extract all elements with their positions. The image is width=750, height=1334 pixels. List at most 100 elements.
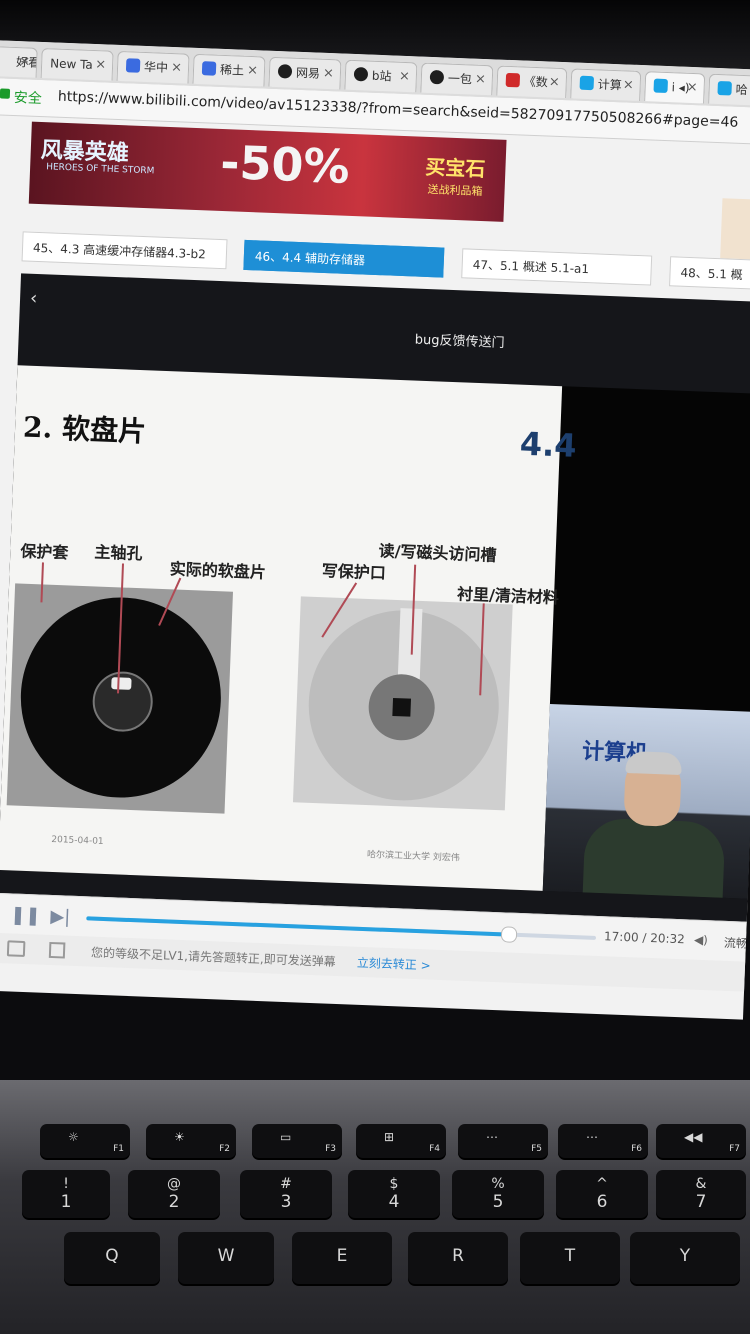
letter-key[interactable]: T (520, 1232, 620, 1284)
github-icon (353, 67, 369, 82)
episode-item-active[interactable]: 46、4.4 辅助存储器 (243, 239, 445, 278)
slide-date: 2015-04-01 (51, 834, 104, 847)
browser-tab[interactable]: 稀土 × (192, 53, 266, 87)
slide-label: 实际的软盘片 (169, 559, 267, 582)
browser-tab[interactable]: 哈 (708, 73, 750, 107)
c-logo-icon (505, 72, 521, 88)
progress-fill (86, 916, 509, 937)
bilibili-icon (653, 78, 669, 94)
close-icon[interactable]: × (95, 51, 107, 79)
function-key[interactable]: ☀ F2 (146, 1124, 236, 1158)
close-icon[interactable]: × (171, 54, 183, 82)
next-icon[interactable]: ▶| (50, 906, 71, 928)
time-display: 17:00 / 20:32 (603, 929, 686, 947)
side-ad-thumbnail[interactable] (720, 198, 750, 261)
slide-institution: 哈尔滨工业大学 刘宏伟 (366, 850, 460, 864)
letter-key[interactable]: R (408, 1232, 508, 1284)
browser-tab[interactable]: 一包 × (420, 62, 494, 96)
progress-track[interactable] (86, 916, 597, 943)
chevron-left-icon[interactable]: ‹ (30, 288, 38, 309)
close-icon[interactable]: × (247, 57, 259, 85)
browser-tab[interactable]: 《数 × (496, 65, 568, 99)
browser-tab[interactable]: b站 × (344, 59, 418, 93)
keyboard-light-down-icon: ⋯ (486, 1130, 498, 1144)
spindle-hole (111, 677, 132, 690)
number-key[interactable]: & 7 (656, 1170, 746, 1218)
tab-favicon (0, 53, 12, 68)
letter-key[interactable]: W (178, 1232, 274, 1284)
browser-tab[interactable]: 好看 × (0, 45, 38, 78)
browser-tab[interactable]: New Ta × (40, 47, 114, 81)
close-icon[interactable]: × (548, 68, 560, 96)
function-key[interactable]: ▭ F3 (252, 1124, 342, 1158)
number-key[interactable]: ! 1 (22, 1170, 110, 1218)
episode-item[interactable]: 45、4.3 高速缓冲存储器4.3-b2 (21, 231, 228, 270)
laptop-screen: 好看 × New Ta × 华中 × 稀土 × 网易 × b站 × 一包 × 《数 × 计算 × … (0, 40, 750, 1020)
number-key[interactable]: #3 (240, 1170, 332, 1218)
close-icon[interactable]: × (474, 66, 486, 94)
slide-label: 读/写磁头访问槽 (378, 541, 497, 565)
laptop-keyboard: ☼ F1 ☀ F2 ▭ F3 ⊞ F4 ⋯ F5 ⋯ F6 ◀◀ F7 ! 1 @2 #3 $4… (0, 1080, 750, 1334)
close-icon[interactable]: × (622, 71, 634, 99)
close-icon[interactable]: × (323, 60, 335, 88)
browser-tab[interactable]: 华中 × (116, 50, 190, 84)
browser-tab[interactable]: 网易 × (268, 56, 342, 90)
secure-label: 安全 (13, 89, 43, 108)
danmaku-tip: 您的等级不足LV1,请先答题转正,即可发送弹幕 (90, 945, 336, 969)
danmaku-toggle-icon[interactable] (6, 940, 26, 958)
volume-icon[interactable]: ◀) (694, 933, 708, 948)
paw-icon (201, 61, 217, 76)
rewind-icon: ◀◀ (684, 1130, 703, 1144)
close-icon[interactable]: × (686, 74, 698, 102)
close-icon[interactable]: × (398, 63, 410, 91)
function-key[interactable]: ◀◀ F7 (656, 1124, 746, 1158)
bilibili-icon (579, 75, 595, 91)
slide-label: 保护套 (20, 541, 69, 563)
lecture-slide: 2. 软盘片 4.4 保护套 主轴孔 实际的软盘片 读/写磁头访问槽 写保护口 … (0, 365, 577, 891)
function-key[interactable]: ☼ F1 (40, 1124, 130, 1158)
function-key[interactable]: ⋯ F5 (458, 1124, 548, 1158)
github-icon (429, 69, 445, 85)
launchpad-icon: ⊞ (384, 1130, 395, 1144)
function-key[interactable]: ⊞ F4 (356, 1124, 446, 1158)
letter-key[interactable]: Q (64, 1232, 160, 1284)
slide-title: 2. 软盘片 (22, 410, 147, 449)
danmaku-upgrade-link[interactable]: 立刻去转正 > (357, 954, 431, 974)
browser-tab[interactable]: 计算 × (570, 68, 642, 102)
number-key[interactable]: $4 (348, 1170, 440, 1218)
number-key[interactable]: @2 (128, 1170, 220, 1218)
browser-tab-active[interactable]: i ◂) × (644, 71, 706, 104)
slide-section-number: 4.4 (519, 424, 578, 465)
banner-discount: -50% (219, 134, 351, 194)
number-key[interactable]: % 5 (452, 1170, 544, 1218)
episode-item[interactable]: 47、5.1 概述 5.1-a1 (461, 248, 653, 286)
letter-key[interactable]: Y (630, 1232, 740, 1284)
speaker-body (582, 817, 726, 900)
speaker-hair (625, 750, 683, 776)
slide-label: 主轴孔 (94, 542, 143, 564)
letter-key[interactable]: E (292, 1232, 392, 1284)
quality-selector[interactable]: 流畅 (724, 934, 749, 952)
paw-icon (125, 58, 141, 73)
github-icon (277, 64, 293, 79)
banner-logo-subtitle: HEROES OF THE STORM (45, 162, 155, 177)
brightness-up-icon: ☀ (174, 1130, 185, 1144)
close-icon[interactable]: × (19, 48, 31, 76)
banner-cta-sub: 送战利品箱 (427, 182, 483, 199)
episode-item[interactable]: 48、5.1 概 (669, 256, 750, 291)
video-player[interactable]: ‹ bug反馈传送门 2. 软盘片 4.4 保护套 主轴孔 实际的软盘片 读/写… (0, 273, 750, 994)
number-key[interactable]: ^ 6 (556, 1170, 648, 1218)
banner-cta: 买宝石 (424, 154, 486, 182)
ad-banner[interactable]: 风暴英雄 HEROES OF THE STORM -50% 买宝石 送战利品箱 (28, 121, 507, 222)
floppy-hub-hole (392, 697, 412, 717)
mission-control-icon: ▭ (280, 1130, 292, 1144)
pause-icon[interactable]: ❚❚ (10, 904, 41, 926)
danmaku-settings-icon[interactable] (48, 941, 66, 959)
video-frame[interactable]: 2. 软盘片 4.4 保护套 主轴孔 实际的软盘片 读/写磁头访问槽 写保护口 … (0, 365, 750, 900)
player-message[interactable]: bug反馈传送门 (415, 329, 505, 351)
speaker-video-inset: 计算机 (542, 703, 750, 900)
function-key[interactable]: ⋯ F6 (558, 1124, 648, 1158)
lock-icon (0, 88, 11, 99)
keyboard-light-up-icon: ⋯ (586, 1130, 598, 1144)
progress-thumb[interactable] (501, 926, 518, 943)
